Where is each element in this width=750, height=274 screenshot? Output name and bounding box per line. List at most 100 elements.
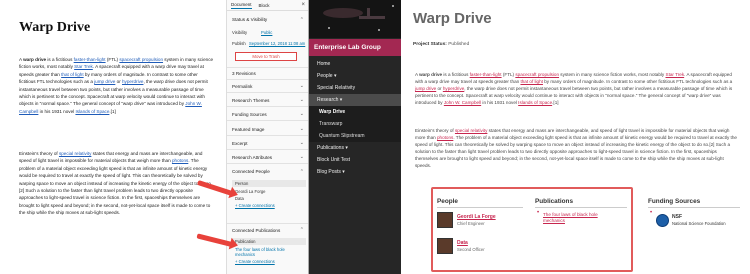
permalink-toggle[interactable]: Permalink ⌄ [227, 80, 308, 93]
section-title: Permalink [232, 83, 253, 89]
section-title: Featured Image [232, 126, 265, 132]
person-column-header: Person [232, 180, 306, 187]
link[interactable]: faster-than-light [470, 72, 502, 77]
divider [437, 207, 523, 208]
link[interactable]: faster-than-light [74, 57, 106, 62]
publication-link[interactable]: The four laws of black hole mechanics [543, 212, 605, 224]
connected-publications-box: Publication The four laws of black hole … [232, 238, 306, 265]
tab-block[interactable]: Block [259, 3, 270, 8]
link[interactable]: John W. Campbell [444, 100, 481, 105]
nav-label: Quantum Slipstream [319, 133, 365, 139]
connected-people-toggle[interactable]: Connected People ⌃ [227, 165, 308, 178]
publication-column-header: Publication [232, 238, 306, 245]
chevron-up-icon: ⌃ [299, 16, 304, 23]
nav-research[interactable]: Research ▾ [309, 94, 401, 106]
person-link[interactable]: Geordi La Forge [457, 214, 496, 220]
avatar[interactable] [437, 238, 453, 254]
status-value: Published [448, 42, 470, 47]
chevron-down-icon: ⌄ [299, 126, 304, 132]
avatar[interactable] [437, 212, 453, 228]
status-label: Project Status: [413, 42, 447, 47]
excerpt-toggle[interactable]: Excerpt ⌄ [227, 137, 308, 150]
person-link[interactable]: Data [457, 240, 468, 246]
person-role: Chief Engineer [457, 221, 485, 226]
divider [535, 207, 627, 208]
link[interactable]: special relativity [59, 151, 91, 156]
document-settings-panel: Document Block × Status & Visibility ⌃ Vi… [226, 0, 308, 274]
starship-banner-icon [309, 0, 401, 38]
funding-source-name[interactable]: NSF [672, 214, 682, 220]
chevron-down-icon: ⌄ [299, 83, 304, 89]
bullet: • [650, 210, 653, 216]
link[interactable]: spacecraft propulsion [515, 72, 559, 77]
publish-date[interactable]: September 12, 2018 11:08 am [249, 41, 305, 46]
text: in his 1931 novel [481, 100, 519, 105]
link[interactable]: spacecraft propulsion [119, 57, 163, 62]
connections-highlight [431, 187, 633, 272]
revisions-link[interactable]: 3 Revisions [227, 67, 308, 80]
nsf-logo-icon[interactable] [656, 214, 669, 227]
nav-quantum-slipstream[interactable]: Quantum Slipstream [309, 130, 401, 142]
section-title: Research Themes [232, 97, 270, 103]
section-title: Funding Sources [232, 111, 267, 117]
site-content: Warp Drive Project Status: Published A w… [401, 0, 750, 274]
link[interactable]: jump drive [94, 79, 115, 84]
bullet: • [537, 210, 540, 216]
research-themes-toggle[interactable]: Research Themes ⌄ [227, 94, 308, 107]
text: (FTL) [105, 57, 120, 62]
site-title[interactable]: Enterprise Lab Group [309, 39, 401, 56]
visibility-value[interactable]: Public [261, 30, 272, 35]
nav-warp-drive[interactable]: Warp Drive [309, 106, 401, 118]
text: is a fictitious [46, 57, 74, 62]
nav-special-relativity[interactable]: Special Relativity [309, 82, 401, 94]
editor-post-title[interactable]: Warp Drive [19, 20, 90, 36]
nav-transwarp[interactable]: Transwarp [309, 118, 401, 130]
status-visibility-toggle[interactable]: Status & Visibility ⌃ [227, 13, 308, 26]
chevron-down-icon: ⌄ [299, 154, 304, 160]
link[interactable]: Star Trek [666, 72, 685, 77]
nav-people[interactable]: People ▾ [309, 70, 401, 82]
editor-paragraph-1[interactable]: A warp drive is a fictitious faster-than… [19, 56, 215, 115]
link[interactable]: Star Trek [74, 64, 93, 69]
link[interactable]: that of light [520, 79, 542, 84]
tab-document[interactable]: Document [231, 2, 252, 9]
connected-person[interactable]: Geordi La Forge [232, 188, 306, 195]
nav-home[interactable]: Home [309, 58, 401, 70]
link[interactable]: Islands of Space [518, 100, 552, 105]
link[interactable]: photons [437, 135, 453, 140]
divider [648, 207, 740, 208]
nav-publications[interactable]: Publications ▾ [309, 142, 401, 154]
text: . The problem of a material object excee… [19, 158, 213, 216]
link[interactable]: jump drive [415, 86, 436, 91]
connected-publications-toggle[interactable]: Connected Publications ⌃ [227, 223, 308, 236]
link[interactable]: Islands of Space [75, 109, 109, 114]
nav-block-unit-test[interactable]: Block Unit Test [309, 154, 401, 166]
nav-label: Transwarp [319, 121, 343, 127]
funding-sources-toggle[interactable]: Funding Sources ⌄ [227, 108, 308, 121]
featured-image-toggle[interactable]: Featured Image ⌄ [227, 123, 308, 136]
link[interactable]: hyperdrive [122, 79, 143, 84]
nav-label: Special Relativity [317, 85, 356, 91]
text: system in many science fiction works, mo… [559, 72, 666, 77]
link[interactable]: special relativity [455, 128, 487, 133]
connected-person[interactable]: Data [232, 195, 306, 202]
close-icon[interactable]: × [301, 2, 305, 8]
chevron-up-icon: ⌃ [299, 227, 304, 233]
link[interactable]: that of light [61, 72, 83, 77]
link[interactable]: photons [172, 158, 188, 163]
section-title: 3 Revisions [232, 71, 256, 76]
site-logo[interactable] [309, 0, 401, 38]
people-heading: People [437, 198, 458, 205]
section-title: Connected People [232, 169, 270, 174]
create-connections-link[interactable]: + Create connections [232, 202, 306, 209]
nav-label: Blog Posts [317, 169, 341, 175]
section-title: Research Attributes [232, 154, 273, 160]
link[interactable]: hyperdrive [443, 86, 464, 91]
move-to-trash-button[interactable]: Move to Trash [235, 52, 297, 61]
connected-publication[interactable]: The four laws of black hole mechanics [232, 246, 306, 258]
text: in his 1931 novel [38, 108, 76, 114]
create-connections-link[interactable]: + Create connections [232, 258, 306, 265]
editor-paragraph-2[interactable]: Einstein's theory of special relativity … [19, 150, 215, 217]
research-attributes-toggle[interactable]: Research Attributes ⌄ [227, 151, 308, 164]
nav-blog-posts[interactable]: Blog Posts ▾ [309, 166, 401, 178]
